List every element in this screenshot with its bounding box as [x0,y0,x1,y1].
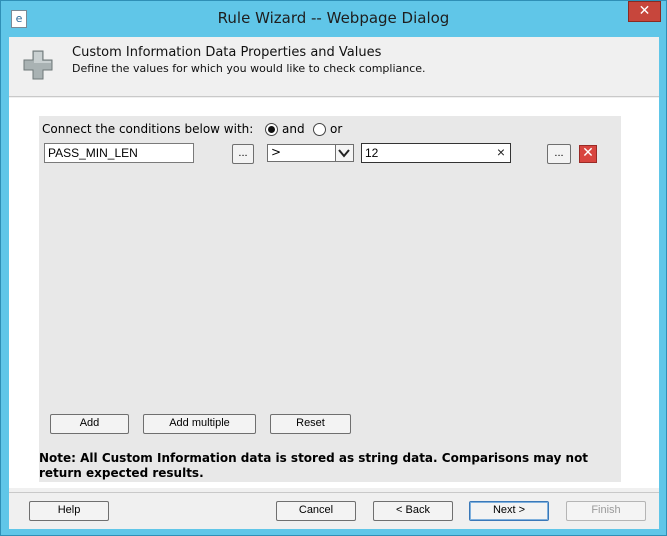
window-title: Rule Wizard -- Webpage Dialog [217,9,450,27]
header-subtitle: Define the values for which you would li… [72,62,426,75]
condition-name-input[interactable]: PASS_MIN_LEN [44,143,194,163]
or-radio[interactable] [313,123,326,136]
plus-puzzle-icon [23,50,53,80]
wizard-footer: Help Cancel < Back Next > Finish [9,492,659,529]
and-radio-label: and [282,122,305,136]
string-data-note: Note: All Custom Information data is sto… [39,451,589,480]
and-radio[interactable] [265,123,278,136]
reset-button[interactable]: Reset [270,414,351,434]
condition-value-text: 12 [365,146,379,160]
wizard-header: Custom Information Data Properties and V… [9,37,659,97]
add-multiple-button[interactable]: Add multiple [143,414,256,434]
cancel-button[interactable]: Cancel [276,501,356,521]
clear-icon[interactable]: × [497,145,505,159]
next-button[interactable]: Next > [469,501,549,521]
chevron-down-icon[interactable] [335,145,353,161]
operator-selected-value: > [271,145,282,159]
connect-conditions-label: Connect the conditions below with: [42,122,254,136]
condition-value-input[interactable]: 12 × [361,143,511,163]
title-bar[interactable]: e Rule Wizard -- Webpage Dialog ✕ [1,1,666,37]
wizard-body: Connect the conditions below with: and o… [9,98,659,488]
dialog-client: Custom Information Data Properties and V… [9,37,659,529]
operator-select[interactable]: > [267,144,354,162]
finish-button[interactable]: Finish [566,501,646,521]
dialog-window: e Rule Wizard -- Webpage Dialog ✕ Custom… [0,0,667,536]
value-browse-button[interactable]: ... [547,144,571,164]
help-button[interactable]: Help [29,501,109,521]
conditions-panel: Connect the conditions below with: and o… [39,116,621,482]
add-button[interactable]: Add [50,414,129,434]
or-radio-label: or [330,122,343,136]
close-button[interactable]: ✕ [628,1,661,22]
back-button[interactable]: < Back [373,501,453,521]
delete-condition-button[interactable]: ✕ [579,145,597,163]
header-title: Custom Information Data Properties and V… [72,45,382,60]
name-browse-button[interactable]: ... [232,144,254,164]
